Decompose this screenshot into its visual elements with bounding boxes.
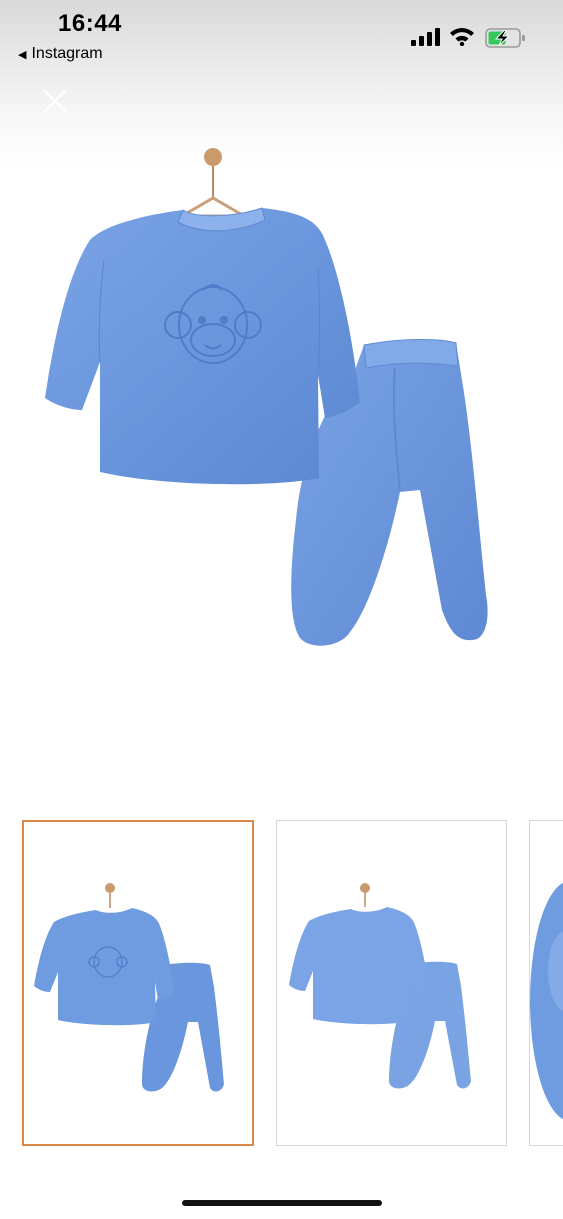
close-icon[interactable] <box>38 84 72 118</box>
thumbnail-front-image <box>34 883 224 1092</box>
status-bar: 16:44 ◀ Instagram <box>0 0 563 70</box>
thumbnail-detail-image <box>530 882 563 1120</box>
back-app-label: Instagram <box>31 45 103 62</box>
thumbnail-front-view[interactable] <box>22 820 254 1146</box>
back-arrow-icon: ◀ <box>18 48 27 61</box>
thumbnail-fabric-detail[interactable] <box>529 820 563 1146</box>
baby-sweatshirt <box>45 207 360 485</box>
back-to-app-link[interactable]: ◀ Instagram <box>18 45 103 63</box>
signal-icon <box>411 28 440 46</box>
wooden-hanger <box>176 148 250 218</box>
main-product-image[interactable] <box>0 140 563 680</box>
thumbnail-strip <box>0 818 563 1150</box>
thumbnail-back-view[interactable] <box>276 820 507 1146</box>
thumbnail-back-image <box>289 883 471 1089</box>
status-time: 16:44 <box>58 10 122 37</box>
wifi-icon <box>450 28 474 46</box>
home-indicator[interactable] <box>182 1200 382 1206</box>
battery-charging-icon <box>485 28 525 48</box>
